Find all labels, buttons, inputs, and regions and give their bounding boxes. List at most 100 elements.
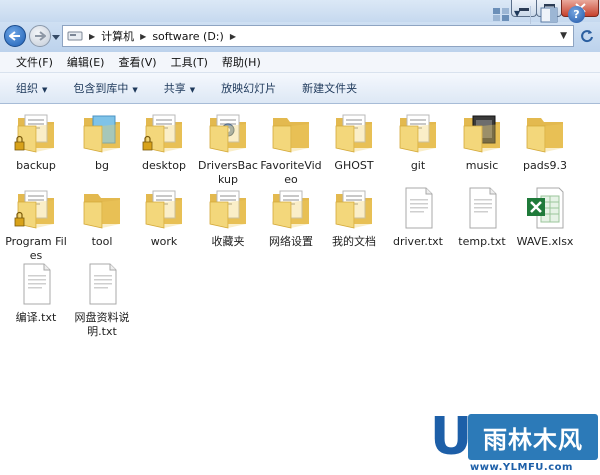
file-item-label: 编译.txt — [15, 311, 57, 324]
title-bar — [0, 0, 600, 22]
file-item[interactable]: DriversBackup — [195, 108, 261, 187]
folder-icon — [209, 190, 246, 229]
file-item[interactable]: GHOST — [321, 108, 387, 173]
text-file-icon — [89, 263, 117, 305]
arrow-right-icon — [35, 31, 46, 41]
locked-folder-icon — [14, 190, 54, 229]
minimize-icon — [519, 8, 529, 11]
address-bar[interactable]: ▶ 计算机 ▶ software (D:) ▶ ▼ — [62, 25, 574, 47]
file-item[interactable]: backup — [3, 108, 69, 173]
menu-help[interactable]: 帮助(H) — [215, 54, 268, 70]
address-dropdown-icon[interactable]: ▼ — [560, 31, 567, 41]
chevron-down-icon: ▼ — [42, 86, 48, 94]
slideshow-button[interactable]: 放映幻灯片 — [208, 80, 289, 96]
file-item[interactable]: temp.txt — [449, 184, 515, 249]
file-item-label: DriversBackup — [198, 159, 258, 186]
file-item-label: Program Files — [5, 235, 67, 262]
file-item-label: tool — [91, 235, 113, 248]
forward-button[interactable] — [29, 25, 51, 47]
share-label: 共享 — [163, 82, 186, 95]
include-library-button[interactable]: 包含到库中 ▼ — [60, 80, 150, 96]
file-item-label: pads9.3 — [523, 159, 567, 172]
menu-file[interactable]: 文件(F) — [0, 54, 60, 70]
file-item[interactable]: desktop — [131, 108, 197, 173]
file-item[interactable]: 收藏夹 — [195, 184, 261, 249]
file-item-label: bg — [95, 159, 109, 172]
watermark-logo: U 雨林木风 www.YLMFU.com — [430, 408, 600, 475]
folder-icon — [335, 114, 372, 153]
include-library-label: 包含到库中 — [73, 82, 129, 95]
file-item[interactable]: 我的文档 — [321, 184, 387, 249]
file-item[interactable]: work — [131, 184, 197, 249]
file-item-label: 我的文档 — [332, 235, 376, 248]
preview-pane-icon[interactable] — [540, 7, 558, 23]
file-item-label: FavoriteVideo — [260, 159, 322, 186]
menu-tools[interactable]: 工具(T) — [164, 54, 215, 70]
watermark-url: www.YLMFU.com — [470, 462, 573, 473]
menu-bar: 文件(F) 编辑(E) 查看(V) 工具(T) 帮助(H) — [0, 52, 600, 73]
file-item-label: git — [410, 159, 426, 172]
command-bar: 组织 ▼ 包含到库中 ▼ 共享 ▼ 放映幻灯片 新建文件夹 — [0, 73, 600, 104]
file-item[interactable]: driver.txt — [385, 184, 451, 249]
toolbar-divider — [530, 6, 531, 24]
breadcrumb-computer[interactable]: 计算机 — [101, 28, 134, 44]
folder-icon — [209, 114, 246, 153]
chevron-down-icon: ▼ — [132, 86, 138, 94]
file-item[interactable]: bg — [69, 108, 135, 173]
text-file-icon — [23, 263, 51, 305]
file-item[interactable]: 编译.txt — [3, 260, 69, 325]
folder-icon — [272, 190, 309, 229]
file-item-label: GHOST — [334, 159, 374, 172]
history-dropdown-icon[interactable] — [52, 33, 60, 41]
watermark-brand-box: 雨林木风 — [468, 414, 598, 460]
computer-icon — [67, 31, 83, 41]
view-options-icon[interactable] — [492, 7, 510, 22]
file-item-label: 网络设置 — [269, 235, 313, 248]
locked-folder-icon — [14, 114, 54, 153]
menu-edit[interactable]: 编辑(E) — [60, 54, 112, 70]
back-button[interactable] — [4, 25, 26, 47]
file-item[interactable]: git — [385, 108, 451, 173]
file-item-label: 网盘资料说明.txt — [74, 311, 130, 338]
locked-folder-icon — [142, 114, 182, 153]
file-item-label: music — [465, 159, 499, 172]
music-folder-icon — [463, 115, 500, 153]
file-item[interactable]: tool — [69, 184, 135, 249]
file-item[interactable]: pads9.3 — [512, 108, 578, 173]
file-item[interactable]: 网络设置 — [258, 184, 324, 249]
breadcrumb-separator: ▶ — [229, 31, 236, 41]
file-item[interactable]: Program Files — [3, 184, 69, 263]
organize-button[interactable]: 组织 ▼ — [0, 80, 60, 96]
address-row: ▶ 计算机 ▶ software (D:) ▶ ▼ — [0, 22, 600, 52]
text-file-icon — [405, 187, 433, 229]
file-item-label: temp.txt — [458, 235, 506, 248]
file-item[interactable]: FavoriteVideo — [258, 108, 324, 187]
watermark-brand: 雨林木风 — [483, 425, 583, 454]
watermark-letter: U — [430, 407, 473, 467]
refresh-icon — [581, 30, 593, 43]
file-item[interactable]: WAVE.xlsx — [512, 184, 578, 249]
folder-icon — [399, 114, 436, 153]
breadcrumb-separator: ▶ — [140, 31, 147, 41]
text-file-icon — [469, 187, 497, 229]
folder-icon — [83, 115, 120, 153]
folder-icon — [272, 118, 309, 153]
share-button[interactable]: 共享 ▼ — [151, 80, 208, 96]
arrow-left-icon — [9, 31, 20, 41]
help-button[interactable]: ? — [568, 6, 585, 23]
file-item-label: driver.txt — [393, 235, 443, 248]
menu-view[interactable]: 查看(V) — [111, 54, 163, 70]
organize-label: 组织 — [16, 82, 38, 95]
breadcrumb-drive[interactable]: software (D:) — [152, 30, 224, 43]
file-item-label: desktop — [142, 159, 186, 172]
view-dropdown-icon[interactable]: ▼ — [514, 9, 520, 18]
refresh-button[interactable] — [578, 25, 596, 47]
new-folder-button[interactable]: 新建文件夹 — [289, 80, 370, 96]
breadcrumb-separator: ▶ — [89, 31, 96, 41]
file-item[interactable]: music — [449, 108, 515, 173]
file-item-label: WAVE.xlsx — [516, 235, 574, 248]
file-item[interactable]: 网盘资料说明.txt — [69, 260, 135, 339]
file-item-label: work — [150, 235, 178, 248]
folder-icon — [145, 190, 182, 229]
folder-icon — [526, 118, 563, 153]
